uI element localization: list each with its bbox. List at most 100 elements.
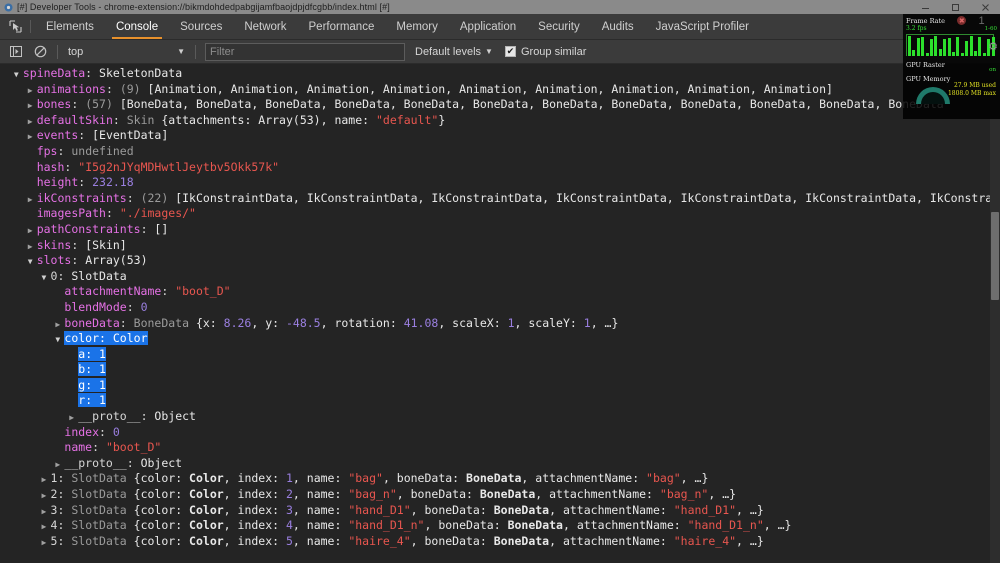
console-tree-row[interactable]: height: 232.18 [0,175,1000,191]
tree-node[interactable]: 3: SlotData {color: Color, index: 3, nam… [51,503,764,517]
disclosure-triangle-closed-icon[interactable]: ▶ [42,488,51,504]
console-tree-row[interactable]: ▶ events: [EventData] [0,128,1000,144]
tree-node[interactable]: 1: SlotData {color: Color, index: 1, nam… [51,471,709,485]
tree-node[interactable]: pathConstraints: [] [37,222,169,236]
console-tree-row[interactable]: ▼ 0: SlotData [0,269,1000,285]
console-scrollbar[interactable] [990,64,1000,563]
inspect-element-icon[interactable] [0,14,30,39]
console-tree-row[interactable]: blendMode: 0 [0,300,1000,316]
tree-node[interactable]: 4: SlotData {color: Color, index: 4, nam… [51,518,792,532]
tree-node[interactable]: fps: undefined [37,144,134,158]
tree-node[interactable]: attachmentName: "boot_D" [64,284,230,298]
tree-node[interactable]: __proto__: Object [64,456,182,470]
disclosure-triangle-open-icon[interactable]: ▼ [42,270,51,286]
console-tree-row[interactable]: fps: undefined [0,144,1000,160]
console-tree-row[interactable]: attachmentName: "boot_D" [0,284,1000,300]
disclosure-triangle-closed-icon[interactable]: ▶ [28,129,37,145]
console-tree-row[interactable]: hash: "I5g2nJYqMDHwtlJeytbv5Okk57k" [0,160,1000,176]
tree-node[interactable]: skins: [Skin] [37,238,127,252]
tree-node[interactable]: height: 232.18 [37,175,134,189]
execution-context-select[interactable]: top ▼ [63,42,190,61]
console-scrollbar-thumb[interactable] [991,212,999,300]
maximize-button[interactable] [940,0,970,14]
tree-node[interactable]: events: [EventData] [37,128,169,142]
disclosure-triangle-closed-icon[interactable]: ▶ [28,192,37,208]
tree-node[interactable]: __proto__: Object [78,409,196,423]
gear-icon[interactable]: ⚙ [988,40,998,53]
tab-network[interactable]: Network [233,14,297,39]
tab-audits[interactable]: Audits [591,14,645,39]
console-tree-row[interactable]: ▶ pathConstraints: [] [0,222,1000,238]
console-tree-row[interactable]: ▶ defaultSkin: Skin {attachments: Array(5… [0,113,1000,129]
tab-console[interactable]: Console [105,14,169,39]
disclosure-triangle-closed-icon[interactable]: ▶ [42,535,51,551]
filter-input[interactable] [205,42,405,61]
tree-node[interactable]: name: "boot_D" [64,440,161,454]
disclosure-triangle-closed-icon[interactable]: ▶ [69,410,78,426]
close-button[interactable] [970,0,1000,14]
console-tree-row[interactable]: b: 1 [0,362,1000,378]
disclosure-triangle-open-icon[interactable]: ▼ [28,254,37,270]
console-tree-row[interactable]: ▶ ikConstraints: (22) [IkConstraintData, … [0,191,1000,207]
group-similar-toggle[interactable]: ✔ Group similar [504,46,586,58]
console-tree-row[interactable]: ▶ 3: SlotData {color: Color, index: 3, na… [0,503,1000,519]
tree-node[interactable]: hash: "I5g2nJYqMDHwtlJeytbv5Okk57k" [37,160,279,174]
console-tree-row[interactable]: name: "boot_D" [0,440,1000,456]
console-tree-row[interactable]: ▶ skins: [Skin] [0,238,1000,254]
console-tree-row[interactable]: ▶ 4: SlotData {color: Color, index: 4, na… [0,518,1000,534]
disclosure-triangle-closed-icon[interactable]: ▶ [28,83,37,99]
console-tree-row[interactable]: ▶ animations: (9) [Animation, Animation, … [0,82,1000,98]
console-tree-row[interactable]: ▼ spineData: SkeletonData [0,66,1000,82]
console-tree-row[interactable]: ▶ __proto__: Object [0,456,1000,472]
disclosure-triangle-closed-icon[interactable]: ▶ [42,519,51,535]
selected-tree-node[interactable]: r: 1 [78,393,106,408]
tab-application[interactable]: Application [449,14,527,39]
console-tree-row[interactable]: r: 1 [0,393,1000,409]
console-tree-row[interactable]: ▶ bones: (57) [BoneData, BoneData, BoneDa… [0,97,1000,113]
selected-tree-node[interactable]: b: 1 [78,362,106,377]
tree-node[interactable]: blendMode: 0 [64,300,147,314]
disclosure-triangle-closed-icon[interactable]: ▶ [28,114,37,130]
tab-javascript-profiler[interactable]: JavaScript Profiler [645,14,760,39]
console-tree-row[interactable]: g: 1 [0,377,1000,394]
tab-security[interactable]: Security [527,14,591,39]
tree-node[interactable]: animations: (9) [Animation, Animation, A… [37,82,833,96]
disclosure-triangle-closed-icon[interactable]: ▶ [42,472,51,488]
selected-tree-node[interactable]: a: 1 [78,346,106,361]
tree-node[interactable]: 0: SlotData [51,269,127,283]
tree-node[interactable]: spineData: SkeletonData [23,66,182,80]
tab-performance[interactable]: Performance [298,14,386,39]
disclosure-triangle-closed-icon[interactable]: ▶ [28,239,37,255]
disclosure-triangle-closed-icon[interactable]: ▶ [28,223,37,239]
console-tree-row[interactable]: a: 1 [0,346,1000,363]
console-tree-row[interactable]: ▶ 2: SlotData {color: Color, index: 2, na… [0,487,1000,503]
tree-node[interactable]: boneData: BoneData {x: 8.26, y: -48.5, r… [64,316,618,330]
console-tree-row[interactable]: index: 0 [0,425,1000,441]
tree-node[interactable]: defaultSkin: Skin {attachments: Array(53… [37,113,446,127]
minimize-button[interactable] [910,0,940,14]
group-similar-checkbox[interactable]: ✔ [504,46,516,57]
execution-context-icon[interactable] [4,41,28,63]
tree-node[interactable]: slots: Array(53) [37,253,148,267]
log-levels-select[interactable]: Default levels ▼ [415,46,493,58]
tab-elements[interactable]: Elements [35,14,105,39]
tree-node[interactable]: 2: SlotData {color: Color, index: 2, nam… [51,487,737,501]
console-tree-row[interactable]: ▼ color: Color [0,331,1000,347]
tree-node[interactable]: bones: (57) [BoneData, BoneData, BoneDat… [37,97,944,111]
tree-node[interactable]: index: 0 [64,425,119,439]
console-tree-row[interactable]: ▶ __proto__: Object [0,409,1000,425]
clear-console-icon[interactable] [28,41,52,63]
selected-tree-node[interactable]: g: 1 [78,377,106,392]
console-output[interactable]: ▼ spineData: SkeletonData ▶ animations: (9… [0,64,1000,563]
disclosure-triangle-closed-icon[interactable]: ▶ [28,98,37,114]
console-tree-row[interactable]: ▶ 1: SlotData {color: Color, index: 1, na… [0,471,1000,487]
tab-sources[interactable]: Sources [169,14,233,39]
tree-node[interactable]: 5: SlotData {color: Color, index: 5, nam… [51,534,764,548]
tab-memory[interactable]: Memory [385,14,449,39]
tree-node[interactable]: ikConstraints: (22) [IkConstraintData, I… [37,191,1000,205]
console-tree-row[interactable]: ▶ boneData: BoneData {x: 8.26, y: -48.5, … [0,316,1000,332]
tree-node[interactable]: imagesPath: "./images/" [37,206,196,220]
disclosure-triangle-closed-icon[interactable]: ▶ [42,504,51,520]
console-tree-row[interactable]: imagesPath: "./images/" [0,206,1000,222]
console-tree-row[interactable]: ▼ slots: Array(53) [0,253,1000,269]
